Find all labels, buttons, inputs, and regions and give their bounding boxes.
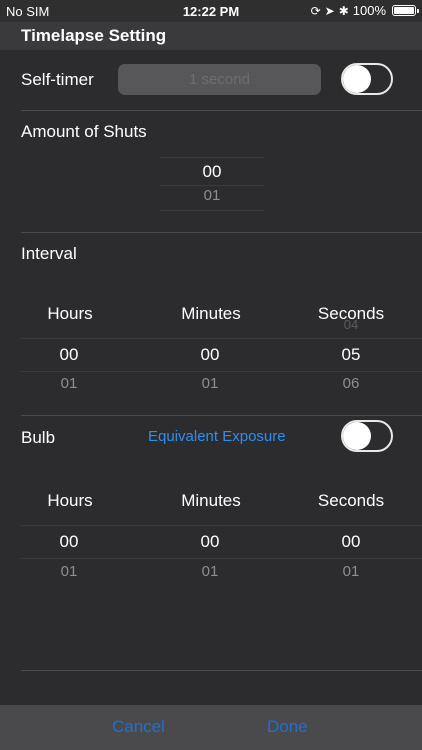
bulb-seconds-below: 01 (342, 563, 360, 580)
toggle-knob (343, 422, 371, 450)
bulb-hours-header: Hours (47, 491, 93, 510)
status-bar: No SIM 12:22 PM ⟳ ➤ ✱ 100% (0, 0, 422, 22)
interval-seconds-selected: 05 (341, 345, 361, 364)
interval-minutes-header: Minutes (181, 304, 241, 323)
divider (21, 415, 422, 416)
status-icons: ⟳ ➤ ✱ 100% (310, 3, 419, 18)
interval-minutes-below: 01 (201, 375, 219, 392)
interval-hours-header: Hours (47, 304, 93, 323)
battery-icon (392, 5, 419, 16)
bulb-label: Bulb (21, 428, 56, 447)
bulb-minutes-selected: 00 (200, 532, 220, 551)
picker-selected-value: 00 (202, 162, 222, 181)
interval-seconds-below: 06 (342, 375, 360, 392)
bulb-minutes-below: 01 (201, 563, 219, 580)
divider (21, 232, 422, 233)
self-timer-label: Self-timer (21, 70, 94, 89)
cancel-button[interactable]: Cancel (112, 717, 165, 737)
footer-toolbar: Cancel Done (0, 705, 422, 750)
interval-hours-selected: 00 (59, 345, 79, 364)
bulb-minutes-header: Minutes (181, 491, 241, 510)
bulb-hours-selected: 00 (59, 532, 79, 551)
page-title: Timelapse Setting (21, 26, 167, 45)
picker-next-value: 01 (203, 187, 221, 204)
toggle-knob (343, 65, 371, 93)
rotation-lock-icon: ⟳ (310, 3, 321, 18)
interval-hours-below: 01 (60, 375, 78, 392)
bulb-seconds-header: Seconds (317, 491, 385, 510)
amount-of-shuts-label: Amount of Shuts (21, 122, 147, 141)
location-arrow-icon: ➤ (324, 3, 335, 18)
title-bar: Timelapse Setting (0, 22, 422, 50)
interval-minutes-selected: 00 (200, 345, 220, 364)
bulb-hours-below: 01 (60, 563, 78, 580)
battery-percent: 100% (352, 3, 386, 18)
self-timer-toggle[interactable] (341, 63, 393, 95)
equivalent-exposure-link[interactable]: Equivalent Exposure (148, 428, 286, 445)
interval-seconds-above: 04 (343, 317, 359, 332)
bulb-toggle[interactable] (341, 420, 393, 452)
done-button[interactable]: Done (267, 717, 308, 737)
self-timer-selector[interactable]: 1 second (118, 64, 321, 95)
bulb-seconds-selected: 00 (341, 532, 361, 551)
divider (21, 670, 422, 671)
bluetooth-icon: ✱ (338, 3, 349, 18)
interval-label: Interval (21, 244, 77, 263)
divider (21, 110, 422, 111)
